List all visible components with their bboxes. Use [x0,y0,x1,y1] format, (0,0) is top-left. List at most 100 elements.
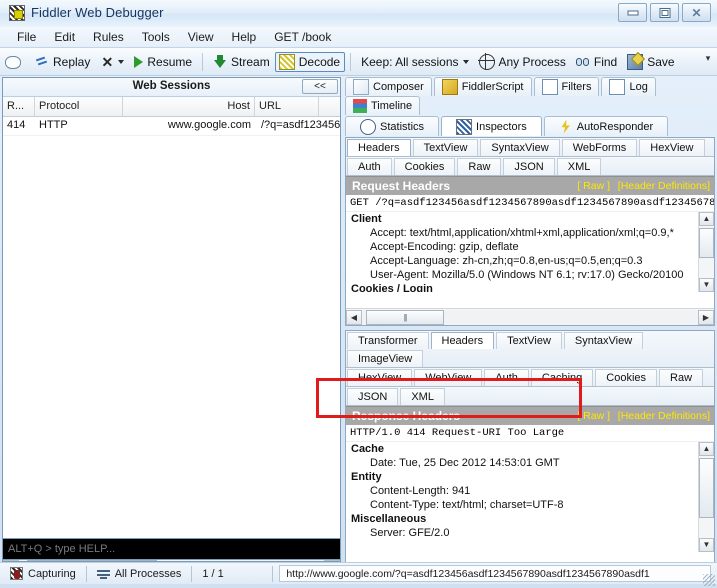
remove-button[interactable]: ✕ [95,53,129,71]
request-group-client[interactable]: Client [346,212,714,226]
request-tab-json[interactable]: JSON [503,158,554,175]
capturing-status[interactable]: Capturing [0,564,86,584]
decode-button[interactable]: Decode [275,52,345,72]
response-tab-json[interactable]: JSON [347,388,398,405]
toolbar-overflow-button[interactable]: ▾ [703,55,713,61]
scroll-thumb[interactable] [366,310,444,325]
processes-icon [97,568,110,579]
response-group-cache[interactable]: Cache [346,442,714,456]
request-tab-syntaxview[interactable]: SyntaxView [480,139,559,156]
minimize-button[interactable] [618,3,647,22]
response-group-entity[interactable]: Entity [346,470,714,484]
scroll-up-icon[interactable]: ▲ [699,212,714,226]
chevron-down-icon[interactable] [463,60,469,64]
find-button[interactable]: Find [571,53,622,71]
resume-button[interactable]: Resume [129,53,197,71]
response-tab-imageview[interactable]: ImageView [347,350,423,367]
request-tab-raw[interactable]: Raw [457,158,501,175]
menu-item-rules[interactable]: Rules [84,28,133,46]
request-line: GET /?q=asdf123456asdf1234567890asdf1234… [346,195,714,212]
save-button[interactable]: Save [622,52,679,72]
tab-filters[interactable]: Filters [534,77,600,96]
web-sessions-header: Web Sessions << [3,78,340,97]
request-vertical-scrollbar[interactable]: ▲ ▼ [698,212,714,292]
request-tab-textview[interactable]: TextView [413,139,479,156]
tab-composer[interactable]: Composer [345,77,432,96]
sessions-grid-body[interactable]: 414 HTTP www.google.com /?q=asdf123456as… [3,117,340,521]
menu-item-tools[interactable]: Tools [133,28,179,46]
scroll-down-icon[interactable]: ▼ [699,538,714,552]
comment-button[interactable] [0,52,30,71]
scroll-thumb[interactable] [699,228,714,258]
save-icon [627,54,643,70]
request-tab-headers[interactable]: Headers [347,139,411,156]
response-tab-xml[interactable]: XML [400,388,445,405]
response-header-definitions-link[interactable]: [Header Definitions] [618,410,710,422]
response-tab-caching[interactable]: Caching [531,369,593,386]
scroll-right-icon[interactable]: ▶ [698,310,714,325]
tab-log[interactable]: Log [601,77,655,96]
request-raw-link[interactable]: [ Raw ] [577,180,610,192]
request-header-definitions-link[interactable]: [Header Definitions] [618,180,710,192]
maximize-button[interactable] [650,3,679,22]
scroll-track[interactable] [362,310,698,325]
session-count: 1 / 1 [192,564,272,584]
tab-statistics[interactable]: Statistics [345,116,439,136]
any-process-button[interactable]: Any Process [474,52,571,72]
column-header-result[interactable]: R... [3,97,35,116]
request-group-cookies-login[interactable]: Cookies / Login [346,282,714,292]
response-tab-textview[interactable]: TextView [496,332,562,349]
response-tab-webview[interactable]: WebView [414,369,482,386]
request-horizontal-scrollbar[interactable]: ◀ ▶ [346,308,714,325]
response-tab-headers[interactable]: Headers [431,332,495,349]
request-header-accept-encoding: Accept-Encoding: gzip, deflate [346,240,714,254]
quickexec-input[interactable]: ALT+Q > type HELP... [2,538,341,560]
scroll-thumb[interactable] [699,458,714,518]
tab-fiddlerscript[interactable]: FiddlerScript [434,77,532,96]
request-tab-auth[interactable]: Auth [347,158,392,175]
replay-button[interactable]: Replay [30,53,95,71]
menu-item-help[interactable]: Help [223,28,266,46]
table-row[interactable]: 414 HTTP www.google.com /?q=asdf123456as… [3,117,340,136]
comment-icon [5,56,21,69]
chevron-down-icon[interactable] [118,60,124,64]
close-button[interactable]: ✕ [682,3,711,22]
menu-item-view[interactable]: View [179,28,223,46]
collapse-panel-button[interactable]: << [302,79,338,94]
scroll-up-icon[interactable]: ▲ [699,442,714,456]
scroll-down-icon[interactable]: ▼ [699,278,714,292]
response-tab-transformer[interactable]: Transformer [347,332,429,349]
menu-item-edit[interactable]: Edit [45,28,84,46]
column-header-host[interactable]: Host [123,97,255,116]
tab-autoresponder[interactable]: AutoResponder [544,116,668,136]
scroll-left-icon[interactable]: ◀ [346,310,362,325]
response-tab-auth[interactable]: Auth [484,369,529,386]
process-filter-status[interactable]: All Processes [87,564,192,584]
stream-button[interactable]: Stream [208,53,275,71]
response-vertical-scrollbar[interactable]: ▲ ▼ [698,442,714,552]
fiddler-window: Fiddler Web Debugger ✕ File Edit Rules T… [0,0,717,588]
response-raw-link[interactable]: [ Raw ] [577,410,610,422]
request-tab-webforms[interactable]: WebForms [562,139,638,156]
menu-bar: File Edit Rules Tools View Help GET /boo… [0,27,717,48]
resize-grip[interactable] [703,574,715,586]
request-headers-tree[interactable]: Client Accept: text/html,application/xht… [346,212,714,292]
menu-item-get-book[interactable]: GET /book [265,28,340,46]
request-tab-cookies[interactable]: Cookies [394,158,456,175]
request-tab-hexview[interactable]: HexView [639,139,704,156]
keep-sessions-dropdown[interactable]: Keep: All sessions [356,53,473,71]
tab-inspectors[interactable]: Inspectors [441,116,542,136]
response-group-miscellaneous[interactable]: Miscellaneous [346,512,714,526]
response-tab-syntaxview[interactable]: SyntaxView [564,332,643,349]
column-header-protocol[interactable]: Protocol [35,97,123,116]
processes-label: All Processes [115,568,182,580]
response-headers-tree[interactable]: Cache Date: Tue, 25 Dec 2012 14:53:01 GM… [346,442,714,552]
response-tab-cookies[interactable]: Cookies [595,369,657,386]
response-tab-hexview[interactable]: HexView [347,369,412,386]
tab-timeline[interactable]: Timeline [345,96,420,115]
response-tab-raw[interactable]: Raw [659,369,703,386]
tab-fiddlerscript-label: FiddlerScript [462,81,524,93]
menu-item-file[interactable]: File [8,28,45,46]
column-header-url[interactable]: URL [255,97,319,116]
request-tab-xml[interactable]: XML [557,158,602,175]
